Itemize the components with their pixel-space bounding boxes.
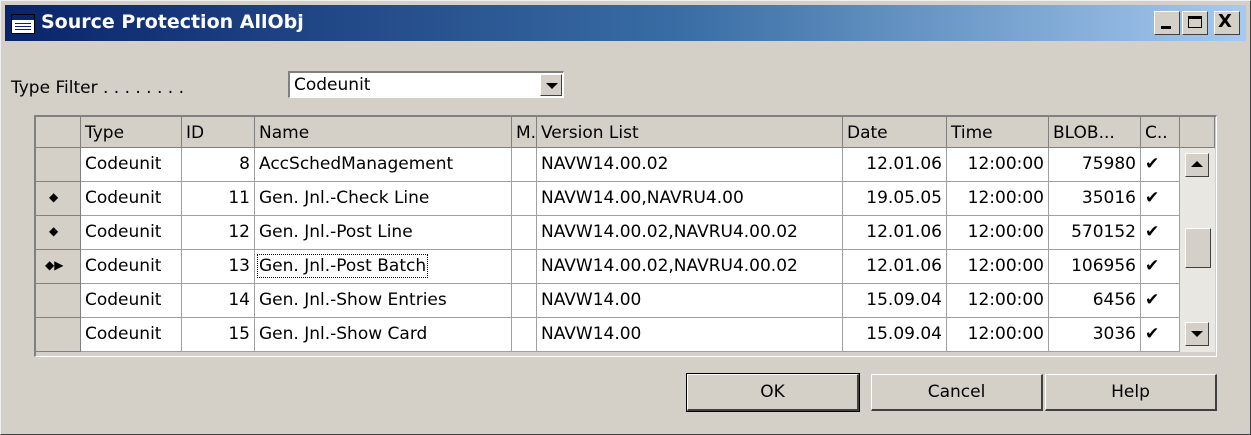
table-cell-date[interactable]: 12.01.06 [843,148,947,182]
table-cell-blob[interactable]: 75980 [1049,148,1141,182]
row-selector[interactable]: ◆ [36,216,81,250]
type-filter-dropdown-button[interactable] [540,74,562,96]
checkmark-icon[interactable]: ✔ [1141,250,1180,284]
scroll-down-button[interactable] [1185,322,1209,346]
table-cell-type[interactable]: Codeunit [81,148,182,182]
scrollbar-thumb[interactable] [1185,228,1211,268]
table-cell-name-focused[interactable]: Gen. Jnl.-Post Batch [255,250,512,284]
table-cell-time[interactable]: 12:00:00 [947,250,1049,284]
table-cell-version[interactable]: NAVW14.00.02,NAVRU4.00.02 [537,216,843,250]
maximize-button[interactable] [1182,11,1208,35]
table-cell-m[interactable] [512,182,537,216]
table-cell-date[interactable]: 12.01.06 [843,250,947,284]
table-cell-version[interactable]: NAVW14.00,NAVRU4.00 [537,182,843,216]
table-cell-id[interactable]: 14 [182,284,255,318]
table-cell-time[interactable]: 12:00:00 [947,216,1049,250]
table-cell-name[interactable]: Gen. Jnl.-Show Card [255,318,512,352]
cancel-button[interactable]: Cancel [871,374,1043,411]
checkmark-icon[interactable]: ✔ [1141,148,1180,182]
maximize-icon [1188,16,1202,28]
type-filter-label: Type Filter . . . . . . . . [11,78,185,98]
table-cell-m[interactable] [512,250,537,284]
minimize-icon [1161,26,1171,29]
table-cell-version[interactable]: NAVW14.00 [537,284,843,318]
table-cell-time[interactable]: 12:00:00 [947,182,1049,216]
checkmark-icon[interactable]: ✔ [1141,284,1180,318]
objects-table: Type ID Name M. Version List Date Time B… [34,115,1217,357]
column-header-c[interactable]: C.. [1141,117,1180,148]
column-header-time[interactable]: Time [947,117,1049,148]
checkmark-icon[interactable]: ✔ [1141,318,1180,352]
column-header-id[interactable]: ID [182,117,255,148]
column-header-type[interactable]: Type [81,117,182,148]
type-filter-value: Codeunit [294,75,371,95]
table-cell-version[interactable]: NAVW14.00.02,NAVRU4.00.02 [537,250,843,284]
chevron-down-icon [1191,331,1203,337]
table-cell-type[interactable]: Codeunit [81,216,182,250]
table-cell-date[interactable]: 15.09.04 [843,318,947,352]
table-cell-id[interactable]: 12 [182,216,255,250]
table-cell-m[interactable] [512,148,537,182]
table-cell-time[interactable]: 12:00:00 [947,318,1049,352]
column-header-blob[interactable]: BLOB... [1049,117,1141,148]
table-cell-m[interactable] [512,284,537,318]
table-cell-blob[interactable]: 106956 [1049,250,1141,284]
table-cell-name[interactable]: AccSchedManagement [255,148,512,182]
ok-button[interactable]: OK [686,373,860,412]
chevron-up-icon [1191,161,1203,167]
table-cell-m[interactable] [512,216,537,250]
column-header-date[interactable]: Date [843,117,947,148]
table-cell-date[interactable]: 12.01.06 [843,216,947,250]
table-cell-version[interactable]: NAVW14.00 [537,318,843,352]
close-icon: X [1218,11,1232,32]
minimize-button[interactable] [1154,11,1180,35]
table-cell-type[interactable]: Codeunit [81,250,182,284]
row-selector[interactable] [36,318,81,352]
checkmark-icon[interactable]: ✔ [1141,182,1180,216]
table-cell-type[interactable]: Codeunit [81,284,182,318]
window-title: Source Protection AllObj [41,11,304,33]
table-cell-name[interactable]: Gen. Jnl.-Show Entries [255,284,512,318]
table-window-icon [11,14,35,34]
row-selector-current[interactable]: ◆▶ [36,250,81,284]
row-selector[interactable] [36,148,81,182]
table-cell-id[interactable]: 15 [182,318,255,352]
table-cell-id[interactable]: 11 [182,182,255,216]
table-cell-version[interactable]: NAVW14.00.02 [537,148,843,182]
table-cell-date[interactable]: 19.05.05 [843,182,947,216]
row-selector[interactable]: ◆ [36,182,81,216]
vertical-scrollbar[interactable] [1180,148,1215,352]
row-selector[interactable] [36,284,81,318]
chevron-down-icon [546,83,558,89]
column-header-version-list[interactable]: Version List [537,117,843,148]
table-cell-m[interactable] [512,318,537,352]
scroll-up-button[interactable] [1185,153,1209,177]
table-cell-type[interactable]: Codeunit [81,318,182,352]
table-cell-blob[interactable]: 6456 [1049,284,1141,318]
table-cell-blob[interactable]: 3036 [1049,318,1141,352]
table-cell-blob[interactable]: 570152 [1049,216,1141,250]
table-cell-type[interactable]: Codeunit [81,182,182,216]
help-button[interactable]: Help [1045,374,1217,411]
table-cell-id[interactable]: 13 [182,250,255,284]
table-cell-time[interactable]: 12:00:00 [947,148,1049,182]
table-cell-blob[interactable]: 35016 [1049,182,1141,216]
scrollbar-header [1180,117,1215,148]
table-cell-name[interactable]: Gen. Jnl.-Post Line [255,216,512,250]
table-cell-date[interactable]: 15.09.04 [843,284,947,318]
table-cell-id[interactable]: 8 [182,148,255,182]
focused-cell-text: Gen. Jnl.-Post Batch [256,254,429,278]
table-cell-name[interactable]: Gen. Jnl.-Check Line [255,182,512,216]
title-bar[interactable]: Source Protection AllObj X [5,5,1246,41]
close-button[interactable]: X [1214,11,1240,35]
type-filter-select[interactable]: Codeunit [288,71,564,98]
checkmark-icon[interactable]: ✔ [1141,216,1180,250]
dialog-window: Source Protection AllObj X Type Filter .… [0,0,1251,435]
column-header-name[interactable]: Name [255,117,512,148]
table-cell-time[interactable]: 12:00:00 [947,284,1049,318]
row-selector-header[interactable] [36,117,81,148]
column-header-m[interactable]: M. [512,117,537,148]
